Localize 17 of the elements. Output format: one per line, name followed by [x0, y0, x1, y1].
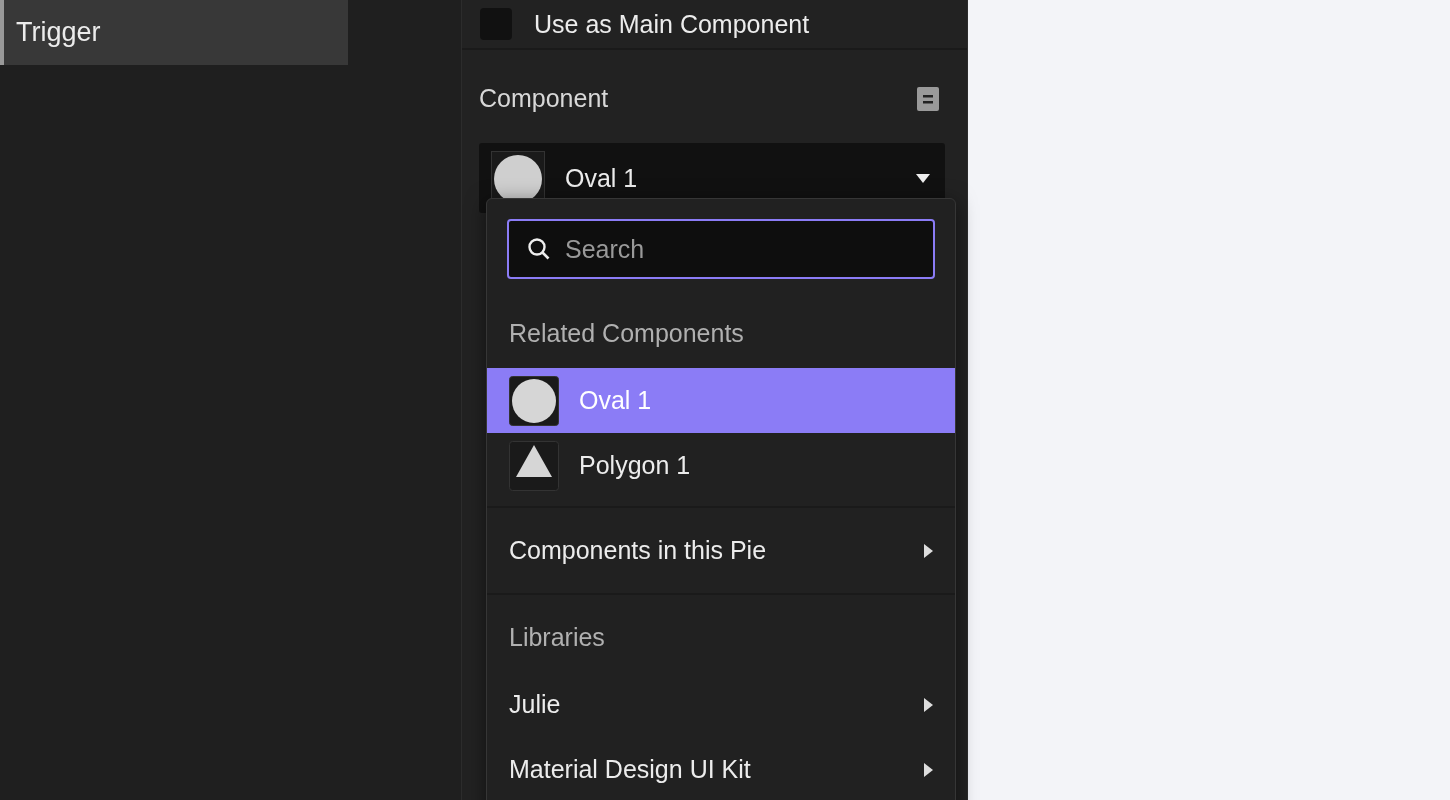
section-title: Component	[479, 84, 609, 113]
section-heading: Libraries	[508, 622, 606, 653]
oval-icon	[509, 375, 559, 426]
menu-item[interactable]: Material Design UI Kit	[487, 737, 955, 800]
menu-item[interactable]: Julie	[487, 672, 955, 737]
caret-icon	[916, 173, 930, 183]
sidebar-item[interactable]: Trigger	[0, 0, 348, 65]
section-heading: Related Components	[508, 318, 745, 349]
submenu-arrow-icon	[924, 697, 933, 712]
menu-item[interactable]: Polygon 1	[487, 433, 955, 498]
submenu-arrow-icon	[924, 543, 933, 558]
menu-item[interactable]: Components in this Pie	[487, 508, 955, 593]
document-icon[interactable]	[917, 86, 939, 111]
checkbox-label: Use as Main Component	[534, 9, 810, 39]
search-icon	[527, 237, 551, 261]
submenu-arrow-icon	[924, 762, 933, 777]
search-field[interactable]: Search	[507, 219, 935, 279]
